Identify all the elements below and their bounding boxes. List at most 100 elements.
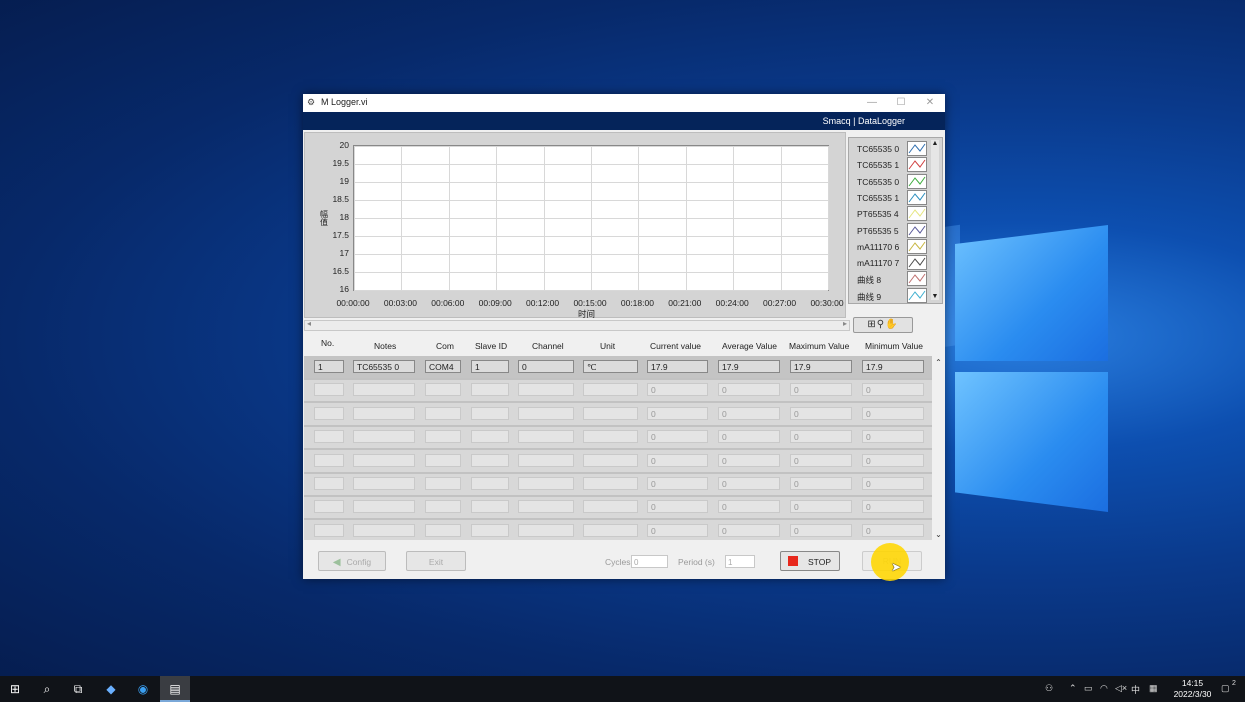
ime-indicator[interactable]: 中 (1131, 683, 1140, 696)
table-cell[interactable] (353, 406, 415, 420)
stop-button[interactable]: STOP (780, 551, 840, 571)
table-cell[interactable]: 0 (718, 477, 780, 490)
close-button[interactable]: ✕ (916, 95, 944, 111)
table-cell[interactable]: 0 (718, 523, 780, 537)
table-cell[interactable]: 0 (790, 477, 852, 490)
edge-browser-icon[interactable]: ◉ (128, 676, 158, 702)
table-cell[interactable]: ℃ (583, 360, 638, 373)
table-cell[interactable] (353, 383, 415, 397)
legend-line-swatch-icon[interactable] (907, 206, 927, 222)
table-cell[interactable] (583, 430, 638, 444)
period-input[interactable]: 1 (725, 555, 755, 568)
table-cell[interactable] (518, 383, 574, 397)
table-cell[interactable] (471, 406, 509, 420)
table-scroll-up-icon[interactable]: ⌃ (934, 358, 943, 367)
file-explorer-icon[interactable]: ◆ (96, 676, 126, 702)
table-cell[interactable]: 1 (314, 360, 344, 373)
table-cell[interactable]: 0 (647, 383, 708, 397)
legend-item[interactable]: TC65535 1 (855, 157, 930, 173)
table-cell[interactable] (425, 500, 461, 514)
legend-item[interactable]: 曲线 9 (855, 287, 930, 303)
minimize-button[interactable]: — (858, 95, 886, 111)
table-cell[interactable]: 0 (790, 406, 852, 420)
table-cell[interactable]: 17.9 (862, 360, 924, 373)
notification-center-icon[interactable]: ▢ (1221, 683, 1230, 694)
table-cell[interactable]: 17.9 (718, 360, 780, 373)
legend-line-swatch-icon[interactable] (907, 222, 927, 238)
table-cell[interactable] (471, 430, 509, 444)
table-cell[interactable] (583, 477, 638, 490)
legend-scrollbar[interactable]: ▲ ▼ (931, 140, 939, 300)
table-cell[interactable] (314, 523, 344, 537)
table-cell[interactable]: 0 (862, 406, 924, 420)
table-cell[interactable]: 0 (647, 523, 708, 537)
table-cell[interactable] (353, 453, 415, 467)
legend-item[interactable]: TC65535 0 (855, 141, 930, 156)
table-cell[interactable]: 0 (790, 523, 852, 537)
legend-line-swatch-icon[interactable] (907, 238, 927, 254)
legend-line-swatch-icon[interactable] (907, 287, 927, 303)
config-button[interactable]: ◀ Config (318, 551, 386, 571)
system-clock[interactable]: 14:15 2022/3/30 (1165, 678, 1220, 700)
table-cell[interactable] (314, 383, 344, 397)
legend-line-swatch-icon[interactable] (907, 173, 927, 189)
labview-task-icon[interactable]: ▤ (160, 676, 190, 702)
keyboard-icon[interactable]: ▦ (1149, 683, 1158, 694)
table-cell[interactable]: 0 (862, 500, 924, 514)
battery-icon[interactable]: ▭ (1084, 683, 1093, 694)
table-cell[interactable]: 1 (471, 360, 509, 373)
legend-line-swatch-icon[interactable] (907, 189, 927, 205)
table-cell[interactable]: 0 (862, 523, 924, 537)
table-cell[interactable] (518, 430, 574, 444)
table-cell[interactable]: 0 (647, 500, 708, 514)
legend-item[interactable]: TC65535 1 (855, 189, 930, 205)
table-scroll-down-icon[interactable]: ⌄ (934, 530, 943, 539)
table-cell[interactable]: 17.9 (647, 360, 708, 373)
table-cell[interactable] (425, 406, 461, 420)
table-cell[interactable] (353, 477, 415, 490)
table-cell[interactable]: 0 (862, 477, 924, 490)
table-cell[interactable] (518, 500, 574, 514)
table-cell[interactable]: 0 (862, 430, 924, 444)
search-icon[interactable]: ⌕ (32, 676, 62, 702)
table-cell[interactable]: COM4 (425, 360, 461, 373)
table-cell[interactable] (314, 406, 344, 420)
exit-button[interactable]: Exit (406, 551, 466, 571)
legend-line-swatch-icon[interactable] (907, 141, 927, 156)
table-cell[interactable] (425, 430, 461, 444)
legend-line-swatch-icon[interactable] (907, 157, 927, 173)
table-cell[interactable] (425, 477, 461, 490)
table-cell[interactable] (471, 477, 509, 490)
table-cell[interactable] (314, 477, 344, 490)
table-cell[interactable]: 0 (718, 406, 780, 420)
cycles-input[interactable]: 0 (631, 555, 668, 568)
table-cell[interactable] (518, 406, 574, 420)
legend-item[interactable]: PT65535 5 (855, 222, 930, 238)
table-cell[interactable] (518, 453, 574, 467)
table-cell[interactable]: 0 (790, 383, 852, 397)
table-cell[interactable]: 0 (718, 500, 780, 514)
table-cell[interactable] (583, 523, 638, 537)
table-cell[interactable] (583, 383, 638, 397)
table-cell[interactable] (353, 500, 415, 514)
scroll-right-icon[interactable]: ▸ (843, 319, 847, 328)
table-vertical-scrollbar[interactable]: ⌃ ⌄ (934, 358, 943, 543)
legend-item[interactable]: 曲线 8 (855, 271, 930, 287)
table-cell[interactable] (583, 500, 638, 514)
table-cell[interactable] (353, 430, 415, 444)
table-cell[interactable] (314, 500, 344, 514)
table-cell[interactable] (583, 453, 638, 467)
scroll-left-icon[interactable]: ◂ (307, 319, 311, 328)
legend-line-swatch-icon[interactable] (907, 271, 927, 287)
show-hidden-icons-chevron-up-icon[interactable]: ⌃ (1069, 683, 1077, 694)
legend-scroll-up-icon[interactable]: ▲ (931, 140, 939, 147)
legend-item[interactable]: TC65535 0 (855, 173, 930, 189)
table-cell[interactable] (425, 453, 461, 467)
table-cell[interactable] (471, 453, 509, 467)
table-cell[interactable] (471, 383, 509, 397)
task-view-icon[interactable]: ⧉ (63, 676, 93, 702)
table-cell[interactable]: 0 (790, 453, 852, 467)
table-cell[interactable]: 0 (718, 383, 780, 397)
table-cell[interactable]: 0 (718, 453, 780, 467)
graph-palette-tools[interactable]: ⊞⚲✋ (853, 317, 913, 333)
